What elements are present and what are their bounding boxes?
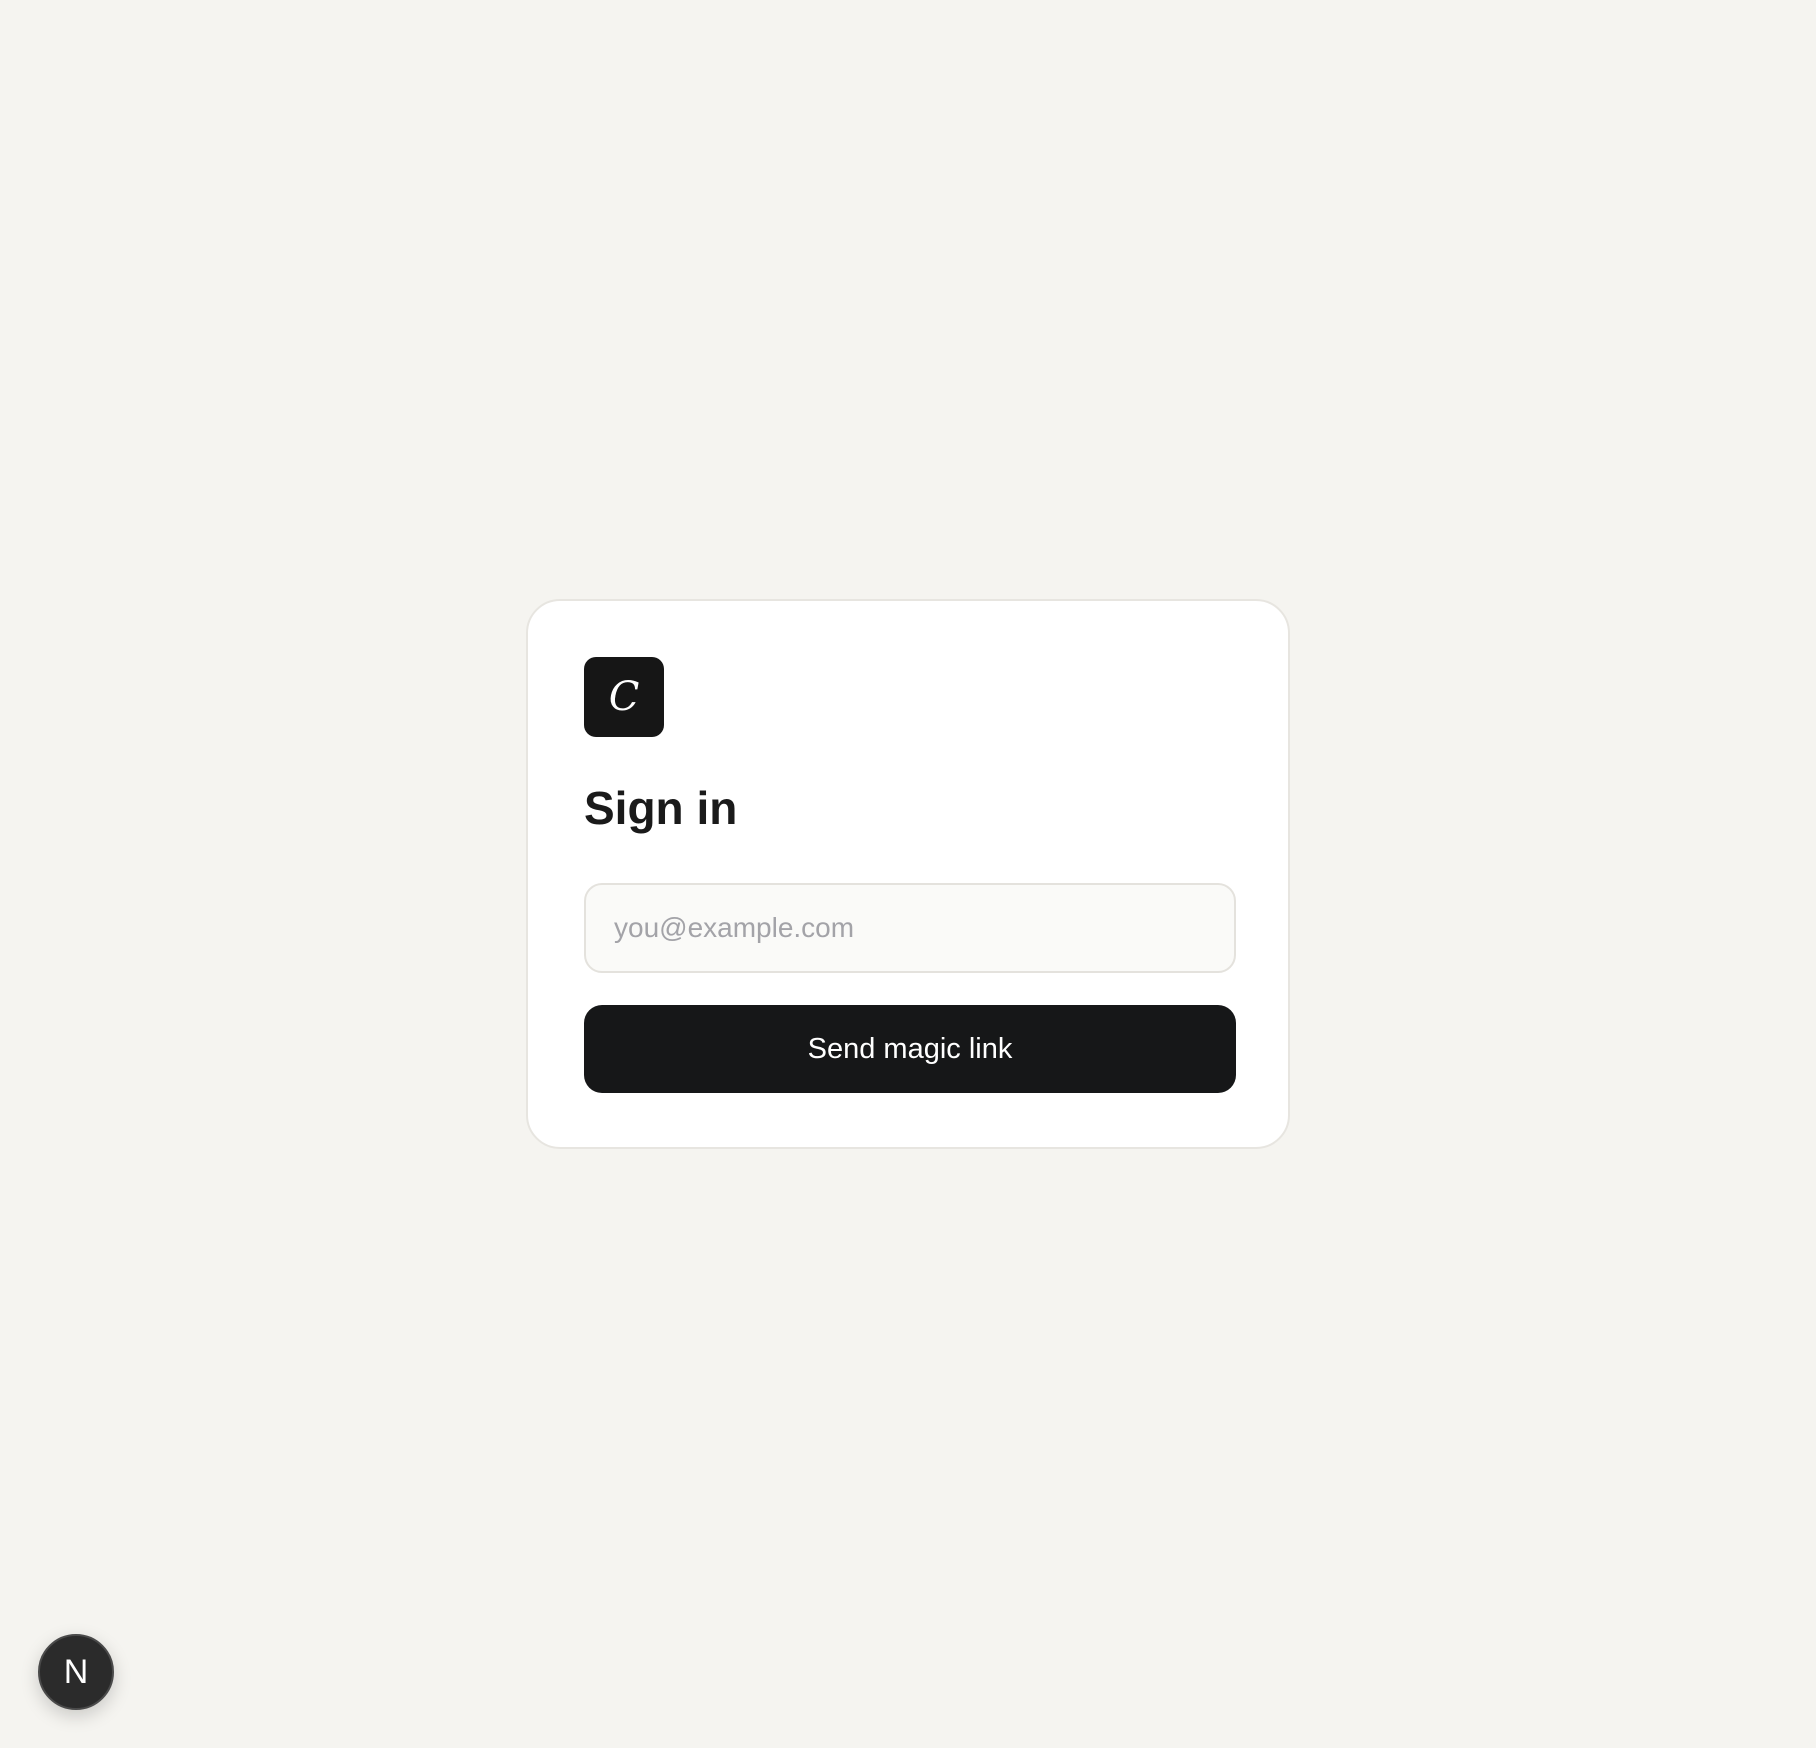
dev-badge-letter: N [63,1652,89,1691]
page-title: Sign in [584,782,738,834]
email-field[interactable] [584,883,1236,973]
signin-card: C Sign in Send magic link [526,599,1290,1149]
send-magic-link-button[interactable]: Send magic link [584,1005,1236,1093]
nextjs-icon[interactable]: N [38,1634,114,1710]
app-logo-icon: C [584,657,664,737]
logo-letter: C [608,674,640,720]
